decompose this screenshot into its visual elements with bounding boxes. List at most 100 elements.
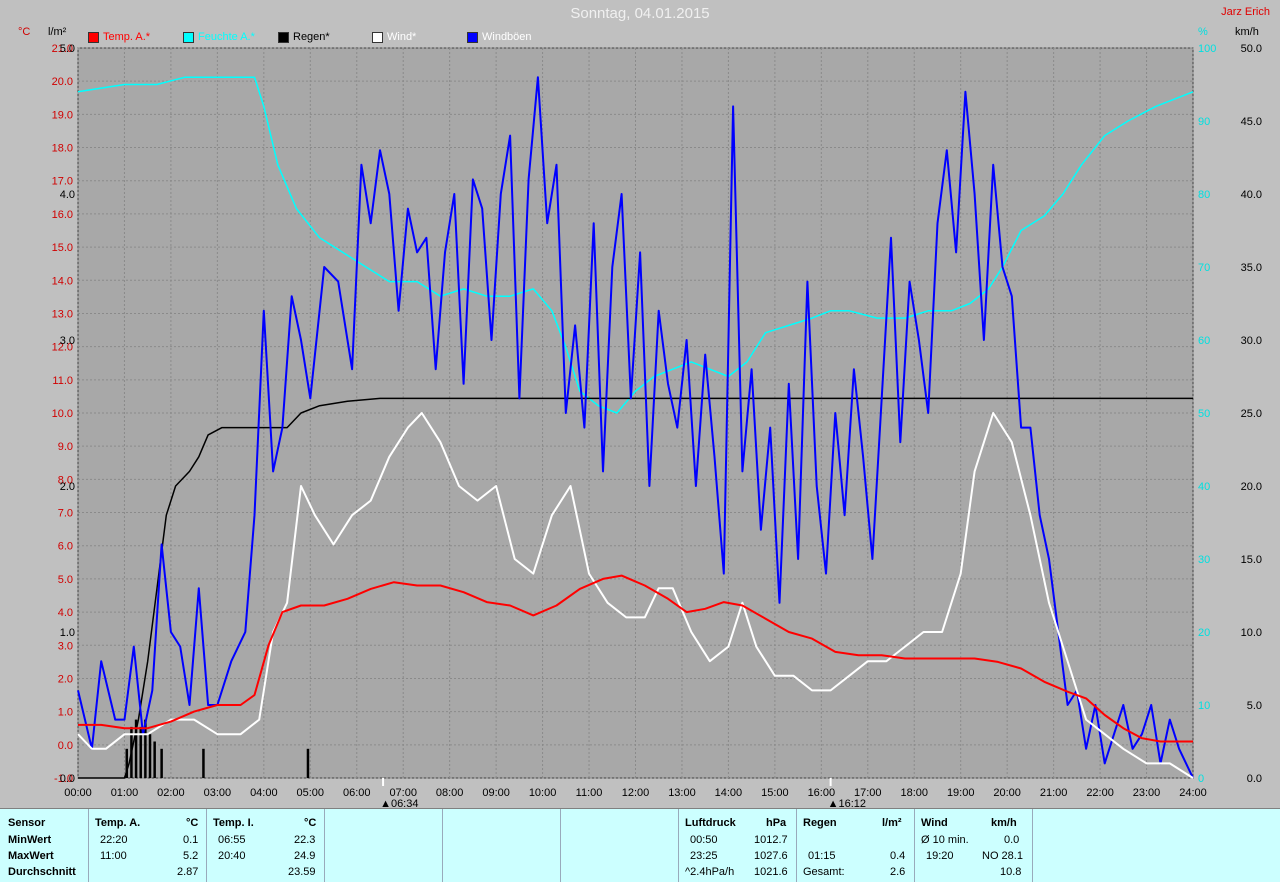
legend-temp: Temp. A.*: [88, 31, 150, 43]
stats-ti-avg-val: 23.59: [288, 866, 316, 878]
x-tick-label: 22:00: [1086, 787, 1114, 799]
rain-axis-unit: l/m²: [48, 26, 67, 38]
stats-header-rain: Regen: [803, 817, 837, 829]
legend-wind: Wind*: [372, 31, 416, 43]
rain-tick-label: 0.0: [60, 773, 75, 785]
station-name: Jarz Erich: [1221, 6, 1270, 18]
stats-header-temp-a: Temp. A.: [95, 817, 141, 829]
temp-tick-label: 15.0: [52, 242, 73, 254]
stats-r-max-val: 0.4: [890, 850, 906, 862]
legend-label: Temp. A.*: [103, 31, 151, 43]
legend-gusts: Windböen: [467, 31, 532, 43]
stats-p-min-val: 1012.7: [754, 834, 788, 846]
temp-tick-label: 2.0: [58, 673, 73, 685]
humidity-tick-label: 100: [1198, 43, 1216, 55]
humidity-tick-label: 80: [1198, 189, 1210, 201]
stats-w-min-time: Ø 10 min.: [921, 834, 969, 846]
legend-humidity: Feuchte A.*: [183, 31, 255, 43]
stats-unit-rain: l/m²: [882, 817, 902, 829]
stats-header-temp-i: Temp. I.: [213, 817, 254, 829]
wind-tick-label: 20.0: [1241, 481, 1262, 493]
stats-ti-min-time: 06:55: [218, 834, 246, 846]
rain-tick-label: 4.0: [60, 189, 75, 201]
stats-panel: Sensor MinWert MaxWert Durchschnitt Temp…: [0, 808, 1280, 882]
wind-tick-label: 50.0: [1241, 43, 1262, 55]
humidity-tick-label: 60: [1198, 335, 1210, 347]
stats-label-min: MinWert: [8, 834, 52, 846]
x-tick-label: 11:00: [576, 787, 603, 799]
temp-axis-unit: °C: [18, 26, 30, 38]
x-tick-label: 01:00: [111, 787, 139, 799]
stats-ta-max-time: 11:00: [100, 850, 127, 862]
temp-tick-label: 10.0: [52, 408, 73, 420]
x-tick-label: 23:00: [1133, 787, 1161, 799]
humidity-tick-label: 90: [1198, 116, 1210, 128]
stats-r-max-time: 01:15: [808, 850, 836, 862]
humidity-tick-label: 50: [1198, 408, 1210, 420]
temp-tick-label: 16.0: [52, 209, 73, 221]
wind-tick-label: 15.0: [1241, 554, 1262, 566]
x-tick-label: 20:00: [993, 787, 1021, 799]
stats-unit-temp-i: °C: [304, 817, 317, 829]
humidity-tick-label: 0: [1198, 773, 1204, 785]
legend-label: Regen*: [293, 31, 330, 43]
x-tick-label: 02:00: [157, 787, 185, 799]
x-tick-label: 04:00: [250, 787, 278, 799]
wind-tick-label: 30.0: [1241, 335, 1262, 347]
x-tick-label: 12:00: [622, 787, 650, 799]
stats-header-sensor: Sensor: [8, 817, 46, 829]
x-tick-label: 05:00: [297, 787, 325, 799]
stats-p-max-val: 1027.6: [754, 850, 788, 862]
wind-tick-label: 45.0: [1241, 116, 1262, 128]
x-tick-label: 10:00: [529, 787, 557, 799]
wind-axis-unit: km/h: [1235, 26, 1259, 38]
stats-p-min-time: 00:50: [690, 834, 718, 846]
temp-tick-label: 1.0: [58, 707, 73, 719]
x-tick-label: 14:00: [715, 787, 743, 799]
stats-r-total-val: 2.6: [890, 866, 906, 878]
rain-tick-label: 1.0: [60, 627, 75, 639]
humidity-tick-label: 30: [1198, 554, 1210, 566]
wind-tick-label: 5.0: [1247, 700, 1262, 712]
rain-tick-label: 3.0: [60, 335, 75, 347]
stats-w-max-val: NO 28.1: [982, 850, 1023, 862]
chart-title: Sonntag, 04.01.2015: [570, 5, 710, 22]
temp-tick-label: 17.0: [52, 176, 73, 188]
x-tick-label: 08:00: [436, 787, 464, 799]
x-tick-label: 18:00: [900, 787, 928, 799]
temp-tick-label: 19.0: [52, 109, 73, 121]
stats-w-max-time: 19:20: [926, 850, 954, 862]
legend-label: Wind*: [387, 31, 417, 43]
x-tick-label: 21:00: [1040, 787, 1068, 799]
legend-rain: Regen*: [278, 31, 330, 43]
stats-header-wind: Wind: [921, 817, 948, 829]
temp-tick-label: 5.0: [58, 574, 73, 586]
stats-p-trend: ^2.4hPa/h: [685, 866, 735, 878]
wind-tick-label: 10.0: [1241, 627, 1262, 639]
temp-tick-label: 11.0: [52, 375, 73, 387]
temp-tick-label: 6.0: [58, 541, 73, 553]
rain-tick-label: 2.0: [60, 481, 75, 493]
temp-tick-label: 14.0: [52, 275, 73, 287]
wind-tick-label: 35.0: [1241, 262, 1262, 274]
rain-tick-label: 5.0: [60, 43, 75, 55]
stats-ta-min-time: 22:20: [100, 834, 128, 846]
temp-tick-label: 20.0: [52, 76, 73, 88]
stats-unit-temp-a: °C: [186, 817, 199, 829]
stats-ti-max-val: 24.9: [294, 850, 316, 862]
x-tick-label: 15:00: [761, 787, 789, 799]
humidity-tick-label: 20: [1198, 627, 1210, 639]
legend-label: Windböen: [482, 31, 532, 43]
temp-tick-label: 18.0: [52, 143, 73, 155]
stats-r-total-label: Gesamt:: [803, 866, 845, 878]
stats-unit-pressure: hPa: [766, 817, 787, 829]
stats-label-max: MaxWert: [8, 850, 54, 862]
x-tick-label: 06:00: [343, 787, 371, 799]
wind-tick-label: 0.0: [1247, 773, 1262, 785]
stats-ta-avg-val: 2.87: [177, 866, 199, 878]
x-tick-label: 03:00: [204, 787, 232, 799]
stats-w-avg-val: 10.8: [1000, 866, 1022, 878]
temp-tick-label: 4.0: [58, 607, 73, 619]
humidity-tick-label: 40: [1198, 481, 1210, 493]
stats-header-pressure: Luftdruck: [685, 817, 736, 829]
